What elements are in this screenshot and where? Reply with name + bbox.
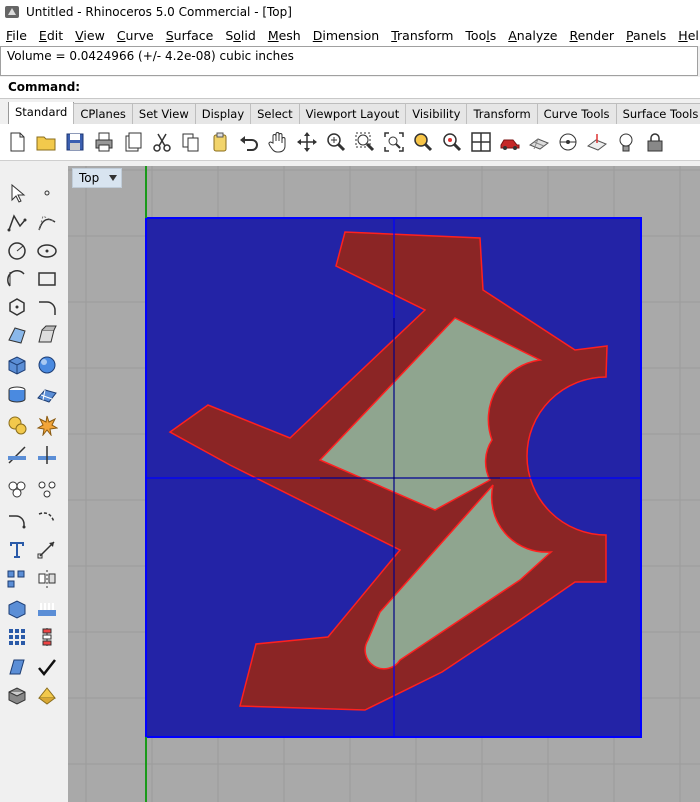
print-icon[interactable]: [91, 129, 116, 155]
undo-icon[interactable]: [236, 129, 261, 155]
zoom-extents-icon[interactable]: [381, 129, 406, 155]
viewport-name: Top: [79, 171, 100, 185]
menu-mesh[interactable]: Mesh: [262, 28, 307, 43]
check-icon[interactable]: [34, 654, 60, 680]
select-arrow-icon[interactable]: [4, 180, 30, 206]
menu-render[interactable]: Render: [564, 28, 621, 43]
tab-surface-tools[interactable]: Surface Tools: [615, 103, 700, 124]
new-file-icon[interactable]: [4, 129, 29, 155]
command-history: Volume = 0.0424966 (+/- 4.2e-08) cubic i…: [0, 46, 698, 76]
tab-visibility[interactable]: Visibility: [405, 103, 468, 124]
menu-help[interactable]: Help: [672, 28, 700, 43]
copy-icon[interactable]: [178, 129, 203, 155]
standard-toolbar: [0, 124, 700, 161]
menu-surface[interactable]: Surface: [160, 28, 220, 43]
rotate-view-icon[interactable]: [294, 129, 319, 155]
curve-fillet-icon[interactable]: [34, 294, 60, 320]
render-material-icon[interactable]: [34, 682, 60, 708]
explode-icon[interactable]: [34, 412, 60, 438]
trim-icon[interactable]: [4, 442, 30, 468]
tab-curve-tools[interactable]: Curve Tools: [536, 103, 617, 124]
save-icon[interactable]: [62, 129, 87, 155]
title-bar: Untitled - Rhinoceros 5.0 Commercial - […: [0, 0, 700, 24]
viewport-tab[interactable]: Top: [72, 168, 123, 188]
analyze-icon[interactable]: [4, 654, 30, 680]
arc-icon[interactable]: [4, 266, 30, 292]
four-viewports-icon[interactable]: [468, 129, 493, 155]
pan-hand-icon[interactable]: [265, 129, 290, 155]
circle-icon[interactable]: [4, 238, 30, 264]
command-history-text: Volume = 0.0424966 (+/- 4.2e-08) cubic i…: [7, 49, 294, 63]
cylinder-solid-icon[interactable]: [4, 382, 30, 408]
cplane-icon[interactable]: [584, 129, 609, 155]
surface-extrude-icon[interactable]: [34, 322, 60, 348]
dimension-icon[interactable]: [34, 536, 60, 562]
grid-plane-icon[interactable]: [526, 129, 551, 155]
lock-icon[interactable]: [642, 129, 667, 155]
zoom-icon[interactable]: [323, 129, 348, 155]
tab-cplanes[interactable]: CPlanes: [73, 103, 133, 124]
zoom-selected-icon[interactable]: [410, 129, 435, 155]
menu-dimension[interactable]: Dimension: [307, 28, 385, 43]
rectangle-icon[interactable]: [34, 266, 60, 292]
group-icon[interactable]: [4, 476, 30, 502]
toolbar-tabs: Standard CPlanes Set View Display Select View…: [0, 102, 700, 124]
fillet-edge-icon[interactable]: [4, 506, 30, 532]
menu-panels[interactable]: Panels: [620, 28, 672, 43]
paste-icon[interactable]: [207, 129, 232, 155]
command-prompt[interactable]: Command:: [0, 77, 700, 99]
light-bulb-icon[interactable]: [613, 129, 638, 155]
rhino-app-icon: [5, 6, 19, 18]
tab-select[interactable]: Select: [250, 103, 300, 124]
menu-edit[interactable]: Edit: [33, 28, 69, 43]
top-viewport[interactable]: Top: [68, 166, 700, 802]
cplane-origin-icon[interactable]: [555, 129, 580, 155]
text-icon[interactable]: [4, 536, 30, 562]
array-icon[interactable]: [4, 566, 30, 592]
layer-bars-icon[interactable]: [34, 596, 60, 622]
blend-curve-icon[interactable]: [34, 506, 60, 532]
sphere-solid-icon[interactable]: [34, 352, 60, 378]
tab-display[interactable]: Display: [194, 103, 252, 124]
boolean-gear-icon[interactable]: [4, 412, 30, 438]
tab-viewport-layout[interactable]: Viewport Layout: [298, 103, 407, 124]
surface-corner-icon[interactable]: [4, 322, 30, 348]
viewport-canvas[interactable]: [68, 166, 700, 802]
ellipse-icon[interactable]: [34, 238, 60, 264]
render-shaded-icon[interactable]: [4, 682, 30, 708]
car-render-icon[interactable]: [497, 129, 522, 155]
zoom-target-icon[interactable]: [439, 129, 464, 155]
grid-points-icon[interactable]: [4, 624, 30, 650]
menu-solid[interactable]: Solid: [219, 28, 261, 43]
tab-set-view[interactable]: Set View: [131, 103, 196, 124]
import-icon[interactable]: [120, 129, 145, 155]
main-left-toolbar: [0, 170, 68, 802]
box-solid-icon[interactable]: [4, 352, 30, 378]
mesh-plane-icon[interactable]: [34, 382, 60, 408]
chevron-down-icon[interactable]: [107, 171, 119, 185]
split-icon[interactable]: [34, 442, 60, 468]
open-folder-icon[interactable]: [33, 129, 58, 155]
menu-tools[interactable]: Tools: [459, 28, 502, 43]
menu-file[interactable]: File: [0, 28, 33, 43]
curve-cv-icon[interactable]: [34, 210, 60, 236]
cut-icon[interactable]: [149, 129, 174, 155]
control-points-icon[interactable]: [34, 624, 60, 650]
tab-transform[interactable]: Transform: [466, 103, 538, 124]
menu-curve[interactable]: Curve: [111, 28, 160, 43]
zoom-window-icon[interactable]: [352, 129, 377, 155]
ungroup-icon[interactable]: [34, 476, 60, 502]
menu-view[interactable]: View: [69, 28, 111, 43]
polygon-icon[interactable]: [4, 294, 30, 320]
menu-analyze[interactable]: Analyze: [502, 28, 563, 43]
block-icon[interactable]: [4, 596, 30, 622]
polyline-icon[interactable]: [4, 210, 30, 236]
menu-bar: File Edit View Curve Surface Solid Mesh Dimensi…: [0, 24, 700, 46]
window-title: Untitled - Rhinoceros 5.0 Commercial - […: [26, 5, 292, 19]
point-icon[interactable]: [34, 180, 60, 206]
menu-transform[interactable]: Transform: [385, 28, 459, 43]
tab-standard[interactable]: Standard: [8, 102, 75, 124]
command-prompt-label: Command:: [8, 80, 81, 94]
mirror-icon[interactable]: [34, 566, 60, 592]
